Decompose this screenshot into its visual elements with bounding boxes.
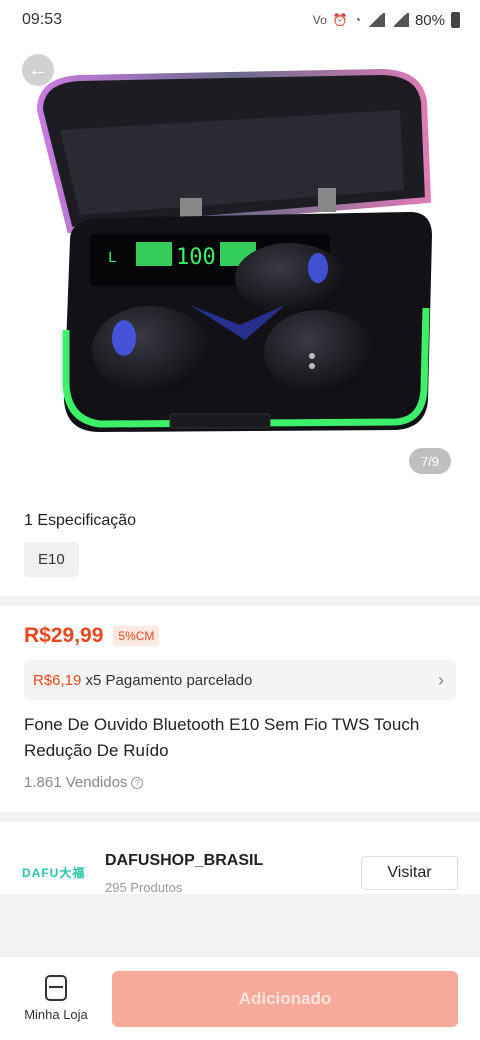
product-title: Fone De Ouvido Bluetooth E10 Sem Fio TWS… (24, 715, 420, 760)
volte-icon: Vo (312, 13, 327, 27)
installment-text: R$6,19 x5 Pagamento parcelado (33, 672, 252, 689)
shop-section: DAFU大福 DAFUSHOP_BRASIL 295 Produtos Visi… (0, 822, 480, 895)
battery-percent: 80% (414, 11, 445, 29)
my-store-label: Minha Loja (24, 1007, 88, 1022)
shop-product-count: 295 Produtos (105, 880, 183, 895)
cashback-badge: 5%CM (113, 626, 160, 646)
visit-shop-button[interactable]: Visitar (361, 856, 458, 890)
image-counter: 7/9 (409, 448, 451, 474)
my-store-tab[interactable]: Minha Loja (20, 975, 92, 1022)
arrow-left-icon: ← (28, 58, 48, 81)
product-image[interactable]: L 100 (0, 40, 480, 500)
store-icon (45, 975, 67, 1001)
shop-logo[interactable]: DAFU大福 (22, 864, 85, 881)
specification-section: 1 Especificação E10 (0, 500, 480, 596)
info-icon[interactable]: ? (131, 776, 144, 789)
sold-count: 1.861 Vendidos (24, 774, 128, 791)
spec-title: 1 Especificação (24, 512, 137, 529)
shop-name[interactable]: DAFUSHOP_BRASIL (105, 852, 263, 870)
spec-option-e10[interactable]: E10 (24, 542, 79, 577)
sold-count-row: 1.861 Vendidos ? (24, 774, 456, 791)
status-time: 09:53 (22, 11, 63, 28)
earbuds-case-illustration: L 100 (36, 68, 432, 432)
battery-icon (451, 12, 460, 28)
signal-icon (366, 13, 385, 27)
installment-row[interactable]: R$6,19 x5 Pagamento parcelado › (24, 660, 456, 700)
alarm-icon: ⏰ (332, 13, 348, 27)
price-row: R$29,99 5%CM (24, 624, 456, 648)
price: R$29,99 (24, 624, 104, 647)
signal-icon-2 (390, 13, 409, 27)
chevron-right-icon: › (438, 669, 444, 690)
added-button[interactable]: Adicionado (112, 971, 458, 1027)
status-icons: Vo ⏰ ◔ 80% (313, 12, 460, 29)
back-button[interactable]: ← (22, 54, 54, 86)
installment-label: x5 Pagamento parcelado (85, 671, 253, 689)
svg-text:L: L (108, 250, 116, 266)
installment-amount: R$6,19 (33, 671, 82, 689)
wifi-icon: ◔ (353, 13, 361, 27)
bottom-bar: Minha Loja Adicionado (0, 956, 480, 1040)
svg-text:100: 100 (176, 245, 216, 270)
status-bar: 09:53 Vo ⏰ ◔ 80% (0, 0, 480, 40)
price-section: R$29,99 5%CM R$6,19 x5 Pagamento parcela… (0, 606, 480, 812)
